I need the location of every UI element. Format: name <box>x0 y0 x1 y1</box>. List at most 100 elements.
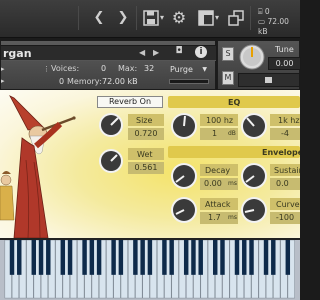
toolbar-separator <box>136 6 137 30</box>
decay-value[interactable]: 0.00 ms <box>200 178 238 190</box>
black-key[interactable] <box>147 240 153 275</box>
piano-keyboard[interactable] <box>0 238 300 300</box>
cpu-value: 0 <box>264 7 270 16</box>
voices-label: Voices: <box>51 64 80 73</box>
eq-100hz-unit: dB <box>228 130 236 137</box>
output-arrow-icon[interactable]: ▸ <box>1 65 5 73</box>
disk-icon: ▭ <box>258 17 266 26</box>
attack-knob[interactable] <box>170 196 198 224</box>
prev-instrument-icon[interactable]: ◀ <box>139 48 145 57</box>
instrument-panel: Reverb On Size 0.720 Wet 0.561 EQ 100 hz… <box>0 90 300 238</box>
previous-icon[interactable]: ❮ <box>88 7 110 29</box>
layout-menu-chevron-icon[interactable]: ▾ <box>213 7 221 29</box>
purge-button[interactable]: Purge ▼ <box>167 63 209 76</box>
black-key[interactable] <box>31 240 36 275</box>
max-voices-value[interactable]: 32 <box>144 64 154 73</box>
next-instrument-icon[interactable]: ▶ <box>153 48 159 57</box>
attack-value[interactable]: 1.7 ms <box>200 212 238 224</box>
voices-icon: ⋮ <box>43 65 50 73</box>
solo-button[interactable]: S <box>222 47 234 61</box>
decay-unit: ms <box>228 180 237 187</box>
black-key[interactable] <box>162 240 167 275</box>
resource-readout: ⌸ 0 ▭ 72.00 kB <box>258 7 300 37</box>
black-key[interactable] <box>198 240 203 275</box>
black-key[interactable] <box>183 240 189 275</box>
dropdown-arrow-icon: ▼ <box>202 66 207 73</box>
cpu-icon: ⌸ <box>258 7 263 16</box>
black-key[interactable] <box>118 240 124 275</box>
wizard-artwork <box>0 95 76 238</box>
eq-1khz-label: 1k hz <box>278 116 300 125</box>
sustain-value[interactable]: 0.0 <box>270 178 300 190</box>
tune-knob[interactable] <box>238 43 266 71</box>
size-knob[interactable] <box>98 112 124 138</box>
black-key[interactable] <box>89 240 95 275</box>
decay-label: Decay <box>205 166 231 175</box>
pan-slider[interactable] <box>238 73 300 87</box>
tune-label: Tune <box>275 45 294 54</box>
midi-arrow-icon[interactable]: ▸ <box>1 77 5 85</box>
black-key[interactable] <box>96 240 102 275</box>
black-key[interactable] <box>133 240 138 275</box>
black-key[interactable] <box>82 240 87 275</box>
tune-value[interactable]: 0.00 <box>268 57 301 70</box>
mute-button[interactable]: M <box>222 71 234 85</box>
wet-label: Wet <box>137 150 153 159</box>
gear-icon[interactable]: ⚙ <box>168 7 190 29</box>
channel-controls: S M Tune 0.00 <box>217 40 301 90</box>
reverb-on-button[interactable]: Reverb On <box>97 96 163 108</box>
top-toolbar: ❮ ❯ ▾ ⚙ ▾ ⌸ 0 ▭ 72.00 kB <box>0 0 300 38</box>
minimize-view-icon[interactable] <box>225 7 247 29</box>
save-menu-chevron-icon[interactable]: ▾ <box>158 7 166 29</box>
pan-slider-handle[interactable] <box>265 77 272 83</box>
eq-100hz-label: 100 hz <box>206 116 234 125</box>
instrument-name: rgan <box>3 47 32 60</box>
attack-label: Attack <box>205 200 231 209</box>
zero-label: 0 <box>59 77 65 86</box>
black-key[interactable] <box>191 240 196 275</box>
black-key[interactable] <box>17 240 22 275</box>
attack-number: 1.7 <box>208 213 221 222</box>
decay-knob[interactable] <box>170 162 198 190</box>
sustain-label: Sustain <box>274 166 300 175</box>
black-key[interactable] <box>271 240 276 275</box>
black-key[interactable] <box>60 240 66 275</box>
purge-label: Purge <box>170 65 193 74</box>
black-key[interactable] <box>263 240 269 275</box>
black-key[interactable] <box>38 240 44 275</box>
curve-knob[interactable] <box>240 196 268 224</box>
toolbar-separator <box>78 6 79 30</box>
black-key[interactable] <box>169 240 174 275</box>
attack-unit: ms <box>228 214 237 221</box>
eq-1khz-value[interactable]: -4 <box>270 128 300 140</box>
purge-level-meter <box>169 79 209 84</box>
black-key[interactable] <box>140 240 145 275</box>
size-value[interactable]: 0.720 <box>128 128 164 140</box>
black-key[interactable] <box>67 240 73 275</box>
envelope-title: Envelope <box>262 148 300 157</box>
black-key[interactable] <box>46 240 51 275</box>
black-key[interactable] <box>220 240 225 275</box>
memory-value: 72.00 kB <box>102 77 138 86</box>
wet-knob[interactable] <box>98 148 124 174</box>
curve-value[interactable]: -100 <box>270 212 300 224</box>
camera-icon[interactable]: ◘ <box>173 46 185 56</box>
info-icon[interactable]: i <box>195 46 207 58</box>
voices-value: 0 <box>101 64 107 73</box>
eq-1khz-knob[interactable] <box>240 112 268 140</box>
black-key[interactable] <box>9 240 15 275</box>
eq-100hz-knob[interactable] <box>170 112 198 140</box>
memory-label: Memory: <box>67 77 102 86</box>
black-key[interactable] <box>234 240 240 275</box>
black-key[interactable] <box>111 240 116 275</box>
black-key[interactable] <box>285 240 291 275</box>
black-key[interactable] <box>242 240 247 275</box>
black-key[interactable] <box>213 240 218 275</box>
toolbar-separator <box>250 6 251 30</box>
wet-value[interactable]: 0.561 <box>128 162 164 174</box>
eq-title: EQ <box>228 98 241 107</box>
sustain-knob[interactable] <box>240 162 268 190</box>
black-key[interactable] <box>249 240 254 275</box>
eq-100hz-value[interactable]: 1 dB <box>200 128 238 140</box>
next-icon[interactable]: ❯ <box>112 7 134 29</box>
